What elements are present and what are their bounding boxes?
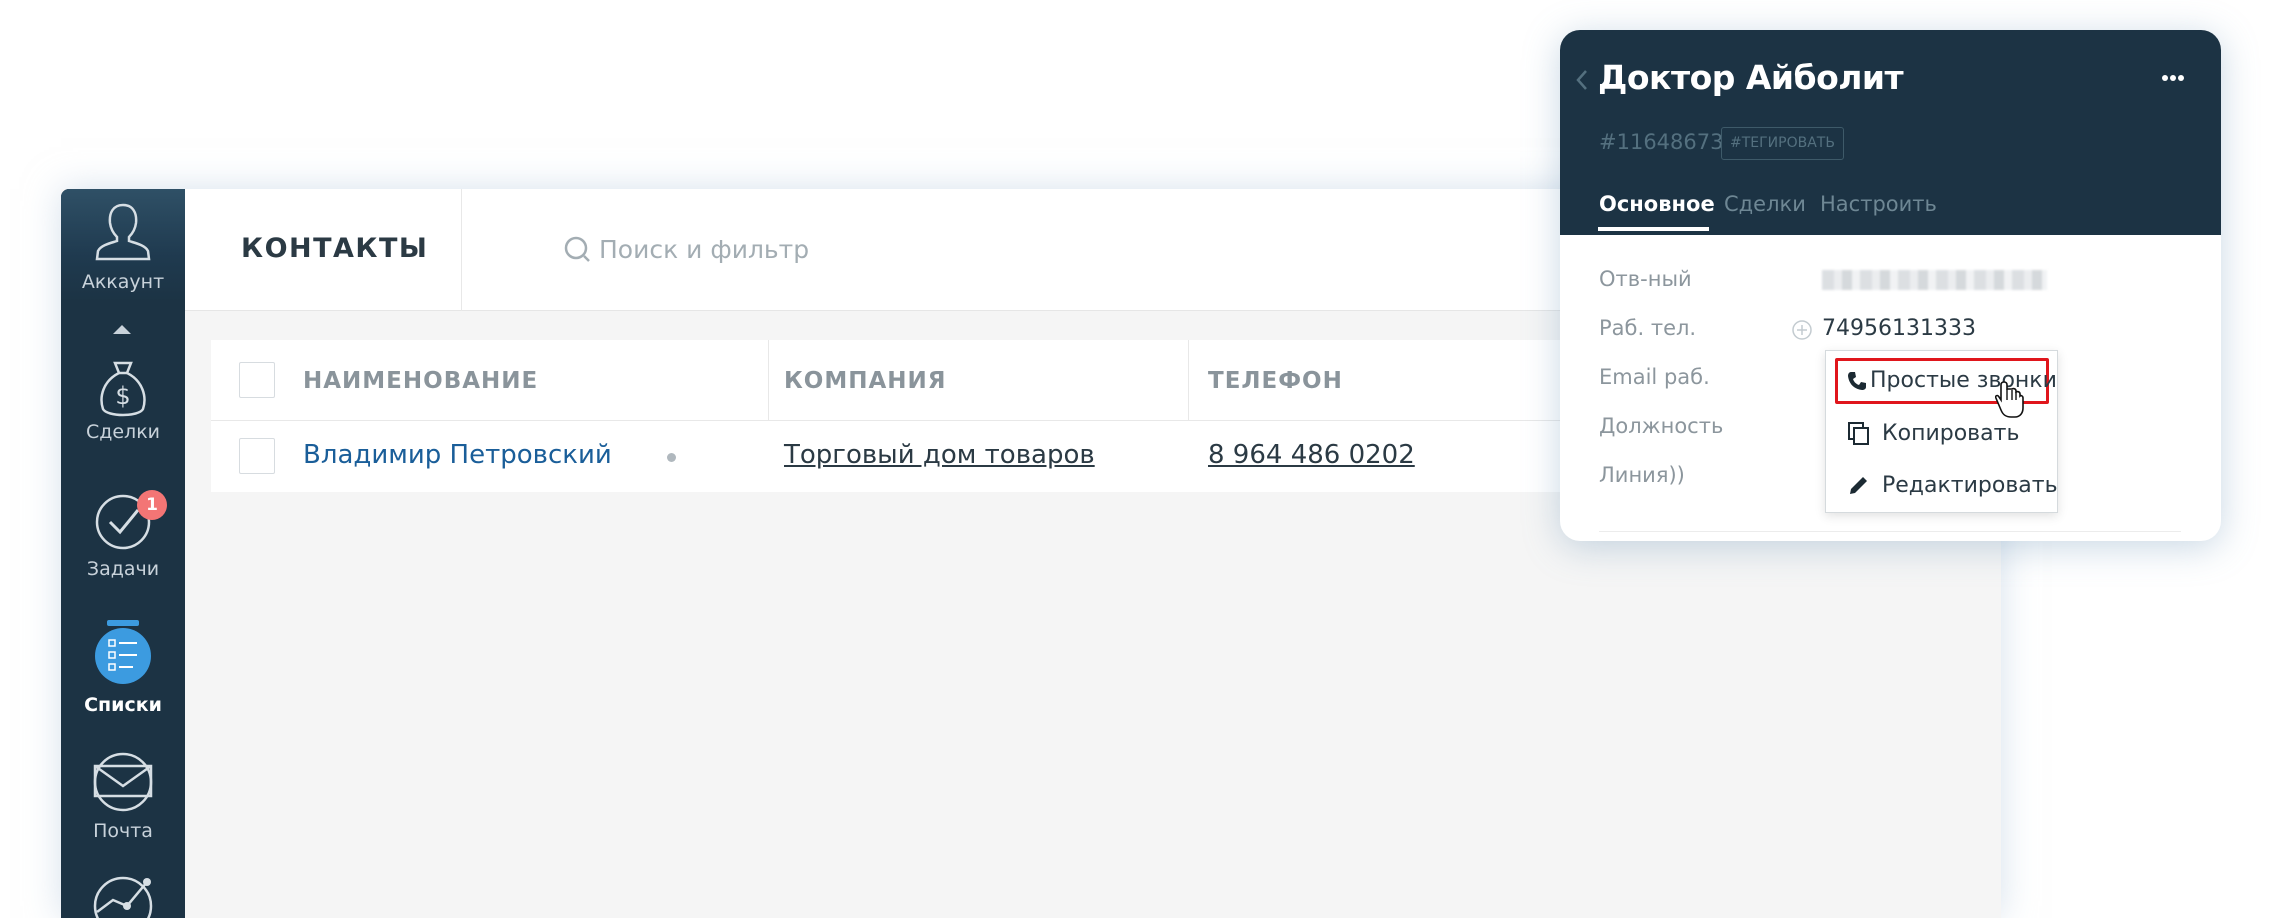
pencil-icon [1850,477,1867,494]
work-phone-value[interactable]: 74956131333 [1822,316,1976,341]
phone-link[interactable]: 8 964 486 0202 [1208,440,1415,470]
svg-text:$: $ [115,382,130,410]
divider [461,189,462,311]
tab-deals[interactable]: Сделки [1724,192,1806,216]
column-header-phone[interactable]: ТЕЛЕФОН [1208,368,1343,394]
mail-icon [93,752,153,812]
field-label-work-phone: Раб. тел. [1599,316,1697,340]
tab-main[interactable]: Основное [1599,192,1715,216]
row-checkbox[interactable] [239,438,275,474]
sidebar-item-mail[interactable]: Почта [61,752,185,842]
column-divider[interactable] [768,340,769,421]
contact-title[interactable]: Доктор Айболит [1598,58,1904,97]
contact-id: #11648673 [1599,130,1724,154]
collapse-up-icon[interactable] [113,325,131,334]
active-tab-indicator [1598,227,1709,231]
field-label-email: Email раб. [1599,365,1710,389]
responsible-value-blurred[interactable] [1822,270,2047,290]
more-options-icon[interactable] [2162,74,2184,82]
phone-context-menu: Простые звонки Копировать Редактировать [1825,350,2058,513]
menu-item-simple-calls-label: Простые звонки [1870,368,2057,393]
list-icon [95,620,151,684]
select-all-checkbox[interactable] [239,362,275,398]
sidebar-item-lists-label: Списки [84,694,162,716]
field-label-responsible: Отв-ный [1599,267,1692,291]
company-link[interactable]: Торговый дом товаров [784,440,1095,470]
user-avatar-icon [95,203,151,261]
tasks-badge: 1 [137,490,167,520]
add-tag-button[interactable]: #ТЕГИРОВАТЬ [1721,127,1844,160]
sidebar-item-account-label: Аккаунт [81,271,165,293]
column-header-company[interactable]: КОМПАНИЯ [784,368,947,394]
column-divider[interactable] [1188,340,1189,421]
field-label-line: Линия)) [1599,463,1685,487]
hand-cursor-icon [1995,381,2024,418]
page-title: КОНТАКТЫ [241,233,429,264]
sidebar-item-analytics[interactable] [61,872,185,918]
analytics-icon [93,876,153,918]
copy-icon [1848,422,1869,445]
sidebar: Аккаунт $ Сделки Задачи 1 Списки Почта [61,189,185,918]
phone-icon [1848,372,1866,390]
menu-item-edit[interactable]: Редактировать [1826,465,2058,509]
sidebar-item-tasks-label: Задачи [86,558,160,580]
card-header: Доктор Айболит #11648673 #ТЕГИРОВАТЬ Осн… [1560,30,2221,235]
sidebar-item-deals-label: Сделки [85,421,161,443]
status-dot [667,453,676,462]
menu-item-copy-label: Копировать [1882,421,2020,446]
sidebar-item-mail-label: Почта [93,820,153,842]
sidebar-item-deals[interactable]: $ Сделки [61,357,185,443]
sidebar-item-lists[interactable]: Списки [61,620,185,716]
tab-settings[interactable]: Настроить [1820,192,1937,216]
divider [1599,531,2181,532]
sidebar-account[interactable]: Аккаунт [61,189,185,302]
search-input[interactable] [599,229,1199,269]
add-phone-icon[interactable] [1791,319,1813,341]
field-label-position: Должность [1599,414,1724,438]
chevron-left-icon[interactable] [1574,68,1590,92]
column-header-name[interactable]: НАИМЕНОВАНИЕ [303,368,538,394]
contact-name-link[interactable]: Владимир Петровский [303,440,612,470]
menu-item-edit-label: Редактировать [1882,473,2058,498]
money-bag-icon: $ [100,361,146,417]
search-icon [564,236,590,262]
